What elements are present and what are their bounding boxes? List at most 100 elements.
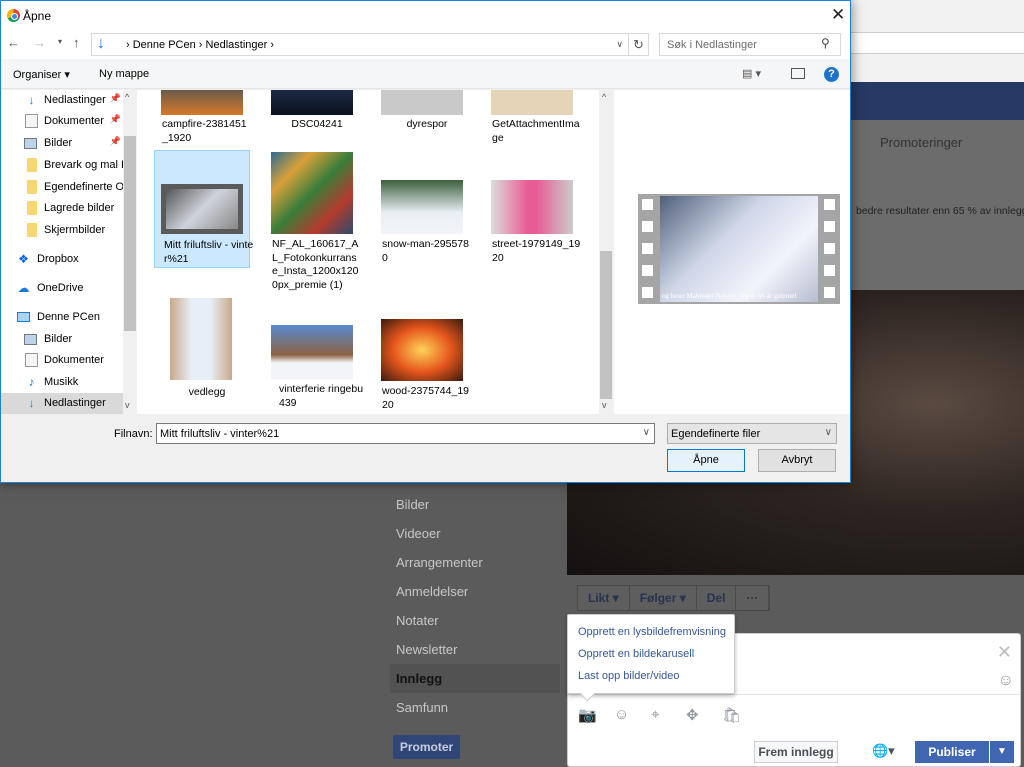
forward-arrow-icon[interactable]: → — [33, 35, 46, 50]
nav-item-folder[interactable]: Lagrede bilder — [1, 198, 123, 219]
nav-item-folder[interactable]: Skjermbilder — [1, 220, 123, 241]
smiley-icon[interactable]: ☺ — [614, 706, 629, 723]
organise-button[interactable]: Organiser ▾ — [13, 68, 70, 81]
folder-icon — [27, 180, 37, 194]
page-left-menu: Bilder Videoer Arrangementer Anmeldelser… — [390, 490, 560, 722]
download-icon: ↓ — [28, 93, 35, 107]
pictures-icon — [24, 138, 37, 149]
nav-item-onedrive[interactable]: ☁ OneDrive — [1, 278, 123, 299]
up-arrow-icon[interactable]: ↑ — [73, 35, 80, 50]
navigation-pane: ↓ Nedlastinger 📌 Dokumenter 📌 Bilder 📌 Breva… — [1, 90, 137, 414]
menu-create-carousel[interactable]: Opprett en bildekarusell — [568, 643, 734, 665]
file-item[interactable]: DSC04241 — [265, 90, 361, 150]
nav-item-downloads[interactable]: ↓ Nedlastinger 📌 — [1, 90, 123, 111]
menu-item-notes[interactable]: Notater — [390, 606, 560, 635]
target-icon[interactable]: ✥ — [686, 706, 699, 724]
location-icon[interactable]: ⌖ — [651, 706, 659, 723]
nav-item-pictures[interactable]: Bilder 📌 — [1, 133, 123, 154]
file-item[interactable]: GetAttachmentImage — [485, 90, 581, 150]
close-icon[interactable]: ✕ — [997, 642, 1012, 663]
camera-icon[interactable]: 📷 — [578, 706, 597, 724]
refresh-icon[interactable]: ↻ — [629, 33, 649, 56]
menu-item-community[interactable]: Samfunn — [390, 693, 560, 722]
nav-item-documents[interactable]: Dokumenter 📌 — [1, 111, 123, 132]
file-item-selected[interactable]: Mitt friluftsliv - vinter%21 — [154, 150, 253, 268]
nav-item-folder[interactable]: Brevark og mal F — [1, 155, 123, 176]
nav-scrollbar-thumb[interactable] — [124, 136, 136, 331]
menu-upload-photos[interactable]: Last opp bilder/video — [568, 665, 734, 687]
help-icon[interactable]: ? — [824, 67, 839, 82]
back-arrow-icon[interactable]: ← — [7, 35, 20, 50]
divider — [568, 694, 1020, 695]
search-input[interactable]: Søk i Nedlastinger — [659, 33, 841, 56]
like-button[interactable]: Likt ▾ — [578, 586, 630, 610]
browser-toolbar — [850, 0, 1024, 82]
view-options-icon[interactable]: ▤ ▾ — [742, 67, 761, 80]
nav-item-downloads-selected[interactable]: ↓ Nedlastinger — [1, 393, 123, 414]
scroll-down-icon[interactable]: v — [125, 400, 130, 410]
file-item[interactable]: snow-man-2955780 — [375, 180, 471, 270]
menu-item-newsletter[interactable]: Newsletter — [390, 635, 560, 664]
file-list: campfire-2381451_1920 DSC04241 dyrespor … — [137, 90, 599, 414]
crumb-this-pc[interactable]: Denne PCen — [133, 39, 196, 51]
nav-item-music[interactable]: ♪ Musikk — [1, 372, 123, 393]
chevron-down-icon: ∨ — [824, 427, 832, 438]
menu-item-events[interactable]: Arrangementer — [390, 548, 560, 577]
chevron-down-icon[interactable]: ∨ — [643, 427, 650, 438]
globe-icon[interactable]: 🌐▾ — [872, 743, 895, 759]
open-file-dialog: Åpne ✕ ← → ▾ ↑ ↓ › Denne PCen › Nedlasti… — [0, 0, 851, 483]
filetype-select[interactable]: Egendefinerte filer ∨ — [667, 423, 837, 444]
file-item[interactable]: dyrespor — [375, 90, 471, 150]
file-item[interactable]: vedlegg — [155, 298, 251, 414]
tab-promotions[interactable]: Promoteringer — [880, 135, 962, 150]
open-button[interactable]: Åpne — [667, 449, 745, 472]
scroll-down-icon[interactable]: v — [602, 400, 607, 410]
title-bar — [1, 1, 850, 31]
file-item[interactable]: NF_AL_160617_AL_Fotokonkurranse_Insta_12… — [265, 152, 361, 292]
chevron-down-icon[interactable]: ▼ — [990, 741, 1014, 763]
nav-item-documents[interactable]: Dokumenter — [1, 350, 123, 371]
menu-item-posts[interactable]: Innlegg — [390, 664, 560, 693]
file-item[interactable]: campfire-2381451_1920 — [155, 90, 251, 150]
computer-icon — [17, 312, 30, 322]
crumb-downloads[interactable]: Nedlastinger — [206, 39, 268, 51]
more-button[interactable]: ··· — [736, 586, 770, 610]
nav-item-folder[interactable]: Egendefinerte O — [1, 177, 123, 198]
menu-item-videos[interactable]: Videoer — [390, 519, 560, 548]
page-action-bar: Likt ▾ Følger ▾ Del ··· — [577, 585, 771, 611]
menu-item-reviews[interactable]: Anmeldelser — [390, 577, 560, 606]
breadcrumb[interactable]: ↓ › Denne PCen › Nedlastinger › ∨ — [91, 33, 629, 56]
document-icon — [25, 353, 38, 367]
nav-item-dropbox[interactable]: ❖ Dropbox — [1, 249, 123, 270]
boost-post-button[interactable]: Frem innlegg — [754, 741, 838, 763]
chevron-down-icon[interactable]: ∨ — [616, 39, 623, 50]
shopping-icon[interactable]: 🛍 — [722, 706, 741, 724]
nav-item-this-pc[interactable]: Denne PCen — [1, 307, 123, 328]
scroll-up-icon[interactable]: ^ — [602, 92, 606, 102]
new-folder-button[interactable]: Ny mappe — [99, 68, 149, 80]
filetype-value: Egendefinerte filer — [671, 428, 761, 440]
promote-button[interactable]: Promoter — [393, 735, 460, 759]
close-button[interactable]: ✕ — [831, 5, 845, 25]
publish-button[interactable]: Publiser — [915, 741, 989, 763]
cancel-button[interactable]: Avbryt — [758, 449, 836, 472]
pin-icon: 📌 — [109, 114, 121, 124]
emoji-icon[interactable]: ☺ — [998, 672, 1014, 690]
preview-pane-icon[interactable] — [791, 68, 805, 79]
photo-menu: Opprett en lysbildefremvisning Opprett e… — [567, 614, 735, 694]
file-item[interactable]: wood-2375744_1920 — [375, 319, 471, 411]
share-button[interactable]: Del — [697, 586, 737, 610]
file-item[interactable]: street-1979149_1920 — [485, 180, 581, 270]
menu-item-photos[interactable]: Bilder — [390, 490, 560, 519]
nav-item-pictures[interactable]: Bilder — [1, 329, 123, 350]
recent-chevron-icon[interactable]: ▾ — [58, 37, 62, 46]
scroll-up-icon[interactable]: ^ — [125, 92, 129, 102]
file-item[interactable]: vinterferie ringebu 439 — [265, 325, 363, 414]
download-icon: ↓ — [97, 35, 105, 52]
address-bar[interactable] — [850, 32, 1024, 54]
menu-create-slideshow[interactable]: Opprett en lysbildefremvisning — [568, 621, 734, 643]
follow-button[interactable]: Følger ▾ — [630, 586, 697, 610]
filename-input[interactable]: Mitt friluftsliv - vinter%21 ∨ — [156, 423, 655, 444]
search-icon[interactable]: ⚲ — [821, 36, 830, 50]
file-list-scrollbar-thumb[interactable] — [600, 251, 612, 399]
